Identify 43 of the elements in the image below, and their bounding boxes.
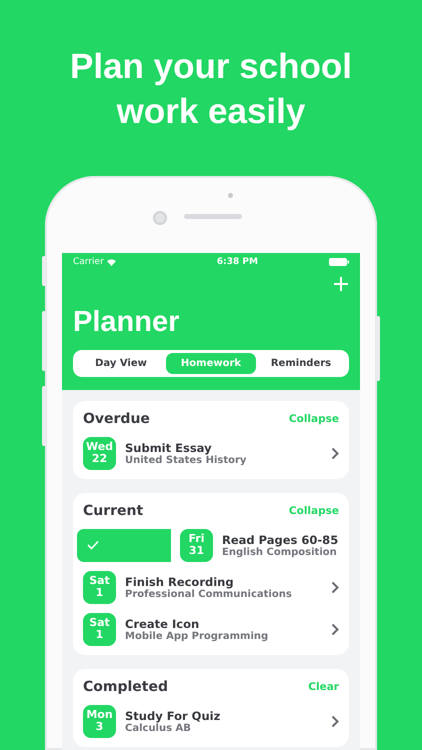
task-subject: Professional Communications <box>125 588 293 600</box>
badge-date: 1 <box>96 587 104 599</box>
badge-date: 1 <box>96 629 104 641</box>
check-icon <box>87 540 99 550</box>
wifi-icon <box>106 258 116 266</box>
chevron-icon[interactable] <box>331 714 339 728</box>
section-title: Overdue <box>83 411 150 427</box>
badge-date: 3 <box>96 721 104 733</box>
task-title: Read Pages 60-85 <box>222 532 339 546</box>
badge-day: Wed <box>86 441 114 453</box>
task-title: Submit Essay <box>125 440 213 454</box>
headline: Plan your school work easily <box>69 46 353 133</box>
task-subject: Calculus AB <box>125 722 192 734</box>
section-title: Completed <box>83 679 168 695</box>
badge-day: Sat <box>89 575 110 587</box>
battery-icon <box>328 258 349 266</box>
status-time: 6:38 PM <box>216 257 258 267</box>
badge-date: 22 <box>92 453 108 465</box>
chevron-icon[interactable] <box>331 580 339 594</box>
task-title: Finish Recording <box>125 574 235 588</box>
badge-day: Mon <box>86 709 113 721</box>
section-action[interactable]: Collapse <box>288 505 339 517</box>
carrier-label: Carrier <box>73 257 116 267</box>
camera-lens <box>153 211 167 225</box>
task-subject: Mobile App Programming <box>125 630 270 642</box>
segment-tab[interactable]: Reminders <box>256 353 346 374</box>
task-subject: United States History <box>125 454 248 466</box>
speaker-grille <box>184 214 242 219</box>
chevron-icon[interactable] <box>331 446 339 460</box>
section-action[interactable]: Clear <box>308 681 339 693</box>
task-title: Study For Quiz <box>125 708 222 722</box>
section-title: Current <box>83 503 144 519</box>
badge-day: Fri <box>188 533 204 545</box>
badge-date: 31 <box>188 545 204 557</box>
task-subject: English Composition <box>222 546 338 558</box>
sensor-dot <box>228 193 233 198</box>
badge-day: Sat <box>89 617 110 629</box>
segment-tab[interactable]: Homework <box>166 353 256 374</box>
segment-tab[interactable]: Day View <box>76 353 166 374</box>
task-title: Create Icon <box>125 616 200 630</box>
chevron-icon[interactable] <box>331 622 339 636</box>
section-action[interactable]: Collapse <box>288 413 339 425</box>
page-title: Planner <box>73 306 180 339</box>
